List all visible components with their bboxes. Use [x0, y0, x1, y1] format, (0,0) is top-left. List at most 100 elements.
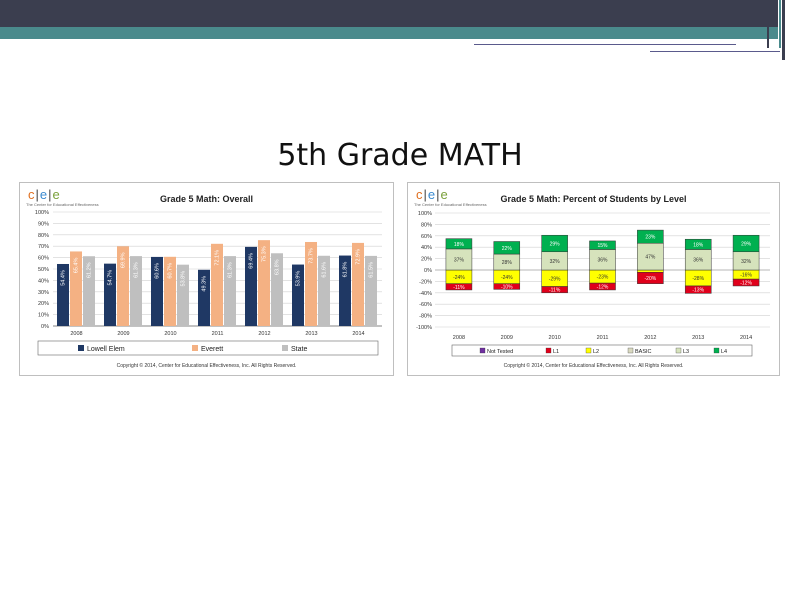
y-tick-label: 60%: [421, 234, 432, 240]
y-tick-label: -20%: [419, 279, 432, 285]
chart-panel-levels: c|e|e The Center for Educational Effecti…: [407, 182, 780, 376]
data-label: 69.9%: [120, 252, 126, 268]
data-label: 28%: [502, 260, 513, 266]
data-label: -28%: [692, 276, 704, 282]
x-tick-label: 2010: [549, 335, 561, 341]
data-label: 61.8%: [342, 262, 348, 278]
legend-swatch: [545, 347, 552, 354]
legend-swatch: [78, 345, 84, 351]
x-tick-label: 2008: [453, 335, 465, 341]
data-label: 72.1%: [214, 250, 220, 266]
data-label: 18%: [693, 242, 704, 248]
data-label: -12%: [597, 285, 609, 291]
y-tick-label: 80%: [421, 222, 432, 228]
data-label: -10%: [501, 285, 513, 291]
y-tick-label: 60%: [38, 256, 49, 262]
data-label: 22%: [502, 246, 513, 252]
data-label: -29%: [549, 276, 561, 282]
x-tick-label: 2014: [740, 335, 752, 341]
legend-swatch: [192, 345, 198, 351]
y-tick-label: 20%: [421, 257, 432, 263]
data-label: 36%: [693, 258, 704, 264]
header-corner-decoration: [767, 0, 781, 48]
x-tick-label: 2009: [117, 331, 129, 337]
data-label: -11%: [453, 285, 465, 291]
x-tick-label: 2010: [164, 331, 176, 337]
legend-label: Not Tested: [487, 349, 513, 355]
y-tick-label: 80%: [38, 233, 49, 239]
x-tick-label: 2011: [597, 335, 609, 341]
data-label: 54.7%: [107, 270, 113, 286]
x-tick-label: 2013: [305, 331, 317, 337]
bar-segment-l2: [637, 269, 664, 273]
legend-label: L4: [721, 349, 727, 355]
data-label: 60.7%: [167, 263, 173, 279]
y-tick-label: -100%: [416, 325, 432, 331]
data-label: 53.9%: [295, 271, 301, 287]
legend-swatch: [282, 345, 288, 351]
data-label: 47%: [645, 255, 656, 261]
y-tick-label: 70%: [38, 244, 49, 250]
y-tick-label: 10%: [38, 313, 49, 319]
y-tick-label: -80%: [419, 314, 432, 320]
legend-label: L1: [553, 349, 559, 355]
data-label: 32%: [550, 259, 561, 265]
y-tick-label: 20%: [38, 301, 49, 307]
data-label: -16%: [740, 273, 752, 279]
header-teal-band: [0, 27, 778, 39]
legend-swatch: [479, 347, 486, 354]
chart-panel-overall: c|e|e The Center for Educational Effecti…: [19, 182, 394, 376]
data-label: 61.6%: [321, 262, 327, 278]
x-tick-label: 2012: [258, 331, 270, 337]
data-label: 36%: [597, 258, 608, 264]
y-tick-label: 90%: [38, 221, 49, 227]
y-tick-label: 30%: [38, 290, 49, 296]
data-label: 29%: [550, 241, 561, 247]
legend-swatch: [713, 347, 720, 354]
data-label: 73.7%: [308, 248, 314, 264]
header-dark-band: [0, 0, 778, 27]
y-tick-label: -40%: [419, 291, 432, 297]
data-label: 29%: [741, 241, 752, 247]
data-label: 60.6%: [154, 263, 160, 279]
x-tick-label: 2014: [352, 331, 364, 337]
data-label: -11%: [549, 288, 561, 294]
data-label: 69.4%: [248, 253, 254, 269]
copyright-text: Copyright © 2014, Center for Educational…: [116, 363, 297, 369]
y-tick-label: 0%: [41, 324, 49, 330]
data-label: 54.4%: [60, 270, 66, 286]
header-corner-stripe: [782, 0, 785, 60]
data-label: -24%: [501, 275, 513, 281]
data-label: 32%: [741, 259, 752, 265]
y-tick-label: 40%: [38, 278, 49, 284]
levels-stacked-chart: 100% 80% 60% 40% 20% 0% -20% -40% -60% -80% -100% -…: [416, 211, 770, 357]
data-label: 49.3%: [201, 276, 207, 292]
y-tick-label: -60%: [419, 302, 432, 308]
x-tick-label: 2011: [212, 331, 224, 337]
data-label: 75.3%: [261, 246, 267, 262]
data-label: 63.8%: [274, 259, 280, 275]
legend-label: BASIC: [635, 349, 652, 355]
overall-bar-chart: 100% 90% 80% 70% 60% 50% 40% 30% 20% 10% 0% 54.4% 65…: [35, 210, 382, 356]
data-label: -20%: [645, 276, 657, 282]
y-tick-label: 40%: [421, 245, 432, 251]
data-label: 37%: [454, 257, 465, 263]
data-label: 61.3%: [227, 262, 233, 278]
data-label: -23%: [597, 275, 609, 281]
legend-swatch: [675, 347, 682, 354]
legend-label: L3: [683, 349, 689, 355]
data-label: 72.9%: [355, 249, 361, 265]
legend-swatch: [627, 347, 634, 354]
data-label: 53.8%: [180, 271, 186, 287]
legend-swatch: [585, 347, 592, 354]
x-tick-label: 2012: [644, 335, 656, 341]
y-tick-label: 0%: [424, 268, 432, 274]
y-tick-label: 100%: [418, 211, 432, 217]
decorative-rule: [474, 44, 736, 45]
data-label: 65.4%: [73, 258, 79, 274]
y-tick-label: 100%: [35, 210, 49, 216]
x-tick-label: 2009: [501, 335, 513, 341]
legend-label: Everett: [201, 346, 223, 353]
x-tick-label: 2013: [692, 335, 704, 341]
data-label: 61.5%: [368, 262, 374, 278]
